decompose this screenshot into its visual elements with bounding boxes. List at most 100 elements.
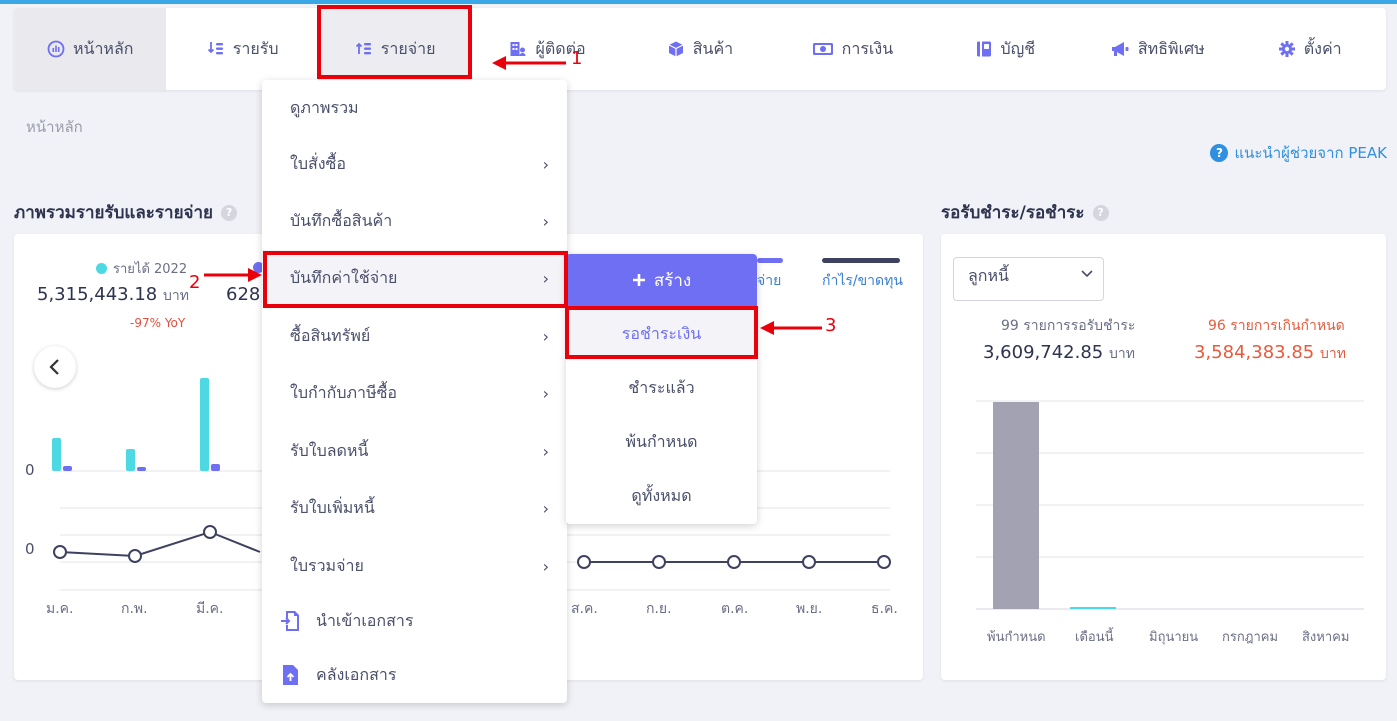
help-link[interactable]: ? แนะนำผู้ช่วยจาก PEAK (1210, 141, 1387, 165)
legend-profit-label[interactable]: กำไร/ขาดทุน (822, 270, 903, 292)
x-tick-label: ก.พ. (121, 601, 148, 617)
nav-label: รายรับ (232, 38, 279, 58)
menu-item-label: นำเข้าเอกสาร (316, 610, 414, 630)
profit-point[interactable] (877, 555, 891, 569)
nav-label: สินค้า (692, 38, 734, 58)
x-tick-label: ก.ย. (646, 601, 672, 617)
menu-item-label: คลังเอกสาร (316, 664, 397, 684)
y-axis-zero-bottom: 0 (25, 540, 35, 558)
nav-item-income[interactable]: รายรับ (166, 8, 318, 90)
megaphone-icon (1111, 42, 1129, 56)
menu-item-label: ดูภาพรวม (290, 97, 359, 117)
menu-item-debit-note[interactable]: รับใบเพิ่มหนี้ › (262, 480, 567, 536)
annotation-label-3: 3 (825, 315, 837, 336)
menu-item-label: บันทึกซื้อสินค้า (290, 210, 393, 230)
chevron-right-icon: › (542, 441, 549, 461)
income-expense-title: ภาพรวมรายรับและรายจ่าย ? (14, 199, 238, 226)
nav-item-accounting[interactable]: บัญชี (929, 8, 1081, 90)
menu-item-label: ใบกำกับภาษีซื้อ (290, 382, 398, 402)
this-month-bar[interactable] (1070, 607, 1116, 609)
info-icon[interactable]: ? (221, 204, 238, 221)
nav-label: สิทธิพิเศษ (1137, 38, 1205, 58)
chevron-down-icon (1081, 270, 1093, 278)
plus-icon (632, 274, 645, 286)
profit-point[interactable] (652, 555, 666, 569)
legend-expense-label[interactable]: จ่าย (757, 270, 781, 292)
x-tick-label: มิถุนายน (1149, 630, 1199, 645)
menu-item-document-storage[interactable]: คลังเอกสาร (262, 647, 567, 703)
income-bar[interactable] (126, 449, 135, 471)
submenu-item-overdue[interactable]: พ้นกำหนด (566, 416, 757, 468)
x-tick-label: ม.ค. (46, 601, 74, 617)
pending-count-label: 99 รายการรอรับชำระ (1001, 318, 1136, 334)
help-icon: ? (1210, 144, 1229, 162)
menu-item-combined-payment[interactable]: ใบรวมจ่าย › (262, 538, 567, 594)
info-icon[interactable]: ? (1092, 204, 1109, 221)
menu-item-overview[interactable]: ดูภาพรวม (262, 80, 567, 136)
y-axis-zero-top: 0 (25, 461, 35, 479)
income-bar[interactable] (52, 438, 61, 471)
x-tick-label: สิงหาคม (1302, 630, 1350, 645)
section-title-text: ภาพรวมรายรับและรายจ่าย (14, 203, 214, 223)
nav-item-home[interactable]: หน้าหลัก (14, 8, 167, 90)
profit-line (59, 530, 261, 558)
debtor-select-value: ลูกหนี้ (968, 266, 1009, 285)
x-tick-label: กรกฎาคม (1222, 630, 1279, 645)
menu-item-import-documents[interactable]: นำเข้าเอกสาร (262, 593, 567, 649)
chevron-right-icon: › (542, 383, 549, 403)
x-tick-label: ต.ค. (721, 601, 749, 617)
menu-item-purchase-tax-invoice[interactable]: ใบกำกับภาษีซื้อ › (262, 365, 567, 421)
breadcrumb: หน้าหลัก (26, 118, 83, 136)
nav-item-finance[interactable]: การเงิน (776, 8, 928, 90)
income-bar[interactable] (200, 378, 209, 471)
submenu-item-paid[interactable]: ชำระแล้ว (566, 362, 757, 414)
nav-label: การเงิน (841, 38, 894, 58)
submenu-item-view-all[interactable]: ดูทั้งหมด (566, 470, 757, 522)
profit-point[interactable] (577, 555, 591, 569)
aging-chart (976, 400, 1364, 610)
income-dot-icon (96, 263, 107, 274)
x-tick-label: ส.ค. (571, 601, 598, 617)
menu-item-purchase-record[interactable]: บันทึกซื้อสินค้า › (262, 193, 567, 249)
legend-income[interactable]: รายได้ 2022 (96, 258, 187, 279)
profit-point[interactable] (727, 555, 741, 569)
expense-dropdown-menu: ดูภาพรวม ใบสั่งซื้อ › บันทึกซื้อสินค้า › บ… (262, 80, 567, 703)
file-upload-icon (283, 665, 298, 685)
annotation-arrow-2 (204, 268, 262, 282)
profit-point[interactable] (53, 545, 67, 559)
dashboard-icon (47, 40, 65, 58)
nav-item-products[interactable]: สินค้า (624, 8, 776, 90)
profit-point[interactable] (203, 525, 217, 539)
overdue-bar[interactable] (993, 402, 1039, 609)
debtor-select[interactable]: ลูกหนี้ (953, 257, 1104, 301)
pending-amount-unit: บาท (1108, 346, 1135, 362)
menu-item-credit-note[interactable]: รับใบลดหนี้ › (262, 423, 567, 479)
expense-bar[interactable] (211, 464, 220, 471)
chevron-right-icon: › (542, 498, 549, 518)
overdue-amount-unit: บาท (1319, 346, 1346, 362)
overdue-count-label: 96 รายการเกินกำหนด (1208, 318, 1345, 334)
expense-bar[interactable] (137, 467, 146, 471)
x-tick-label: พ้นกำหนด (987, 630, 1046, 645)
income-amount-unit: บาท (162, 288, 189, 304)
nav-item-privileges[interactable]: สิทธิพิเศษ (1081, 8, 1233, 90)
expense-bar[interactable] (63, 466, 72, 471)
money-icon (812, 43, 833, 55)
menu-item-purchase-order[interactable]: ใบสั่งซื้อ › (262, 136, 567, 192)
menu-item-label: รับใบเพิ่มหนี้ (290, 497, 375, 517)
menu-item-label: ใบสั่งซื้อ (290, 153, 347, 173)
profit-point[interactable] (802, 555, 816, 569)
annotation-arrow-3 (760, 321, 822, 335)
menu-item-buy-asset[interactable]: ซื้อสินทรัพย์ › (262, 308, 567, 364)
chevron-right-icon: › (542, 154, 549, 174)
nav-item-settings[interactable]: ตั้งค่า (1234, 8, 1386, 90)
nav-item-contacts[interactable]: ผู้ติดต่อ (471, 8, 623, 90)
overdue-amount-value: 3,584,383.85 (1194, 342, 1315, 363)
annotation-label-2: 2 (189, 272, 201, 293)
create-button[interactable]: สร้าง (566, 254, 757, 306)
profit-point[interactable] (128, 549, 142, 563)
help-link-label: แนะนำผู้ช่วยจาก PEAK (1234, 144, 1387, 162)
box-icon (668, 41, 684, 57)
create-button-label: สร้าง (653, 270, 692, 291)
chevron-right-icon: › (542, 556, 549, 576)
